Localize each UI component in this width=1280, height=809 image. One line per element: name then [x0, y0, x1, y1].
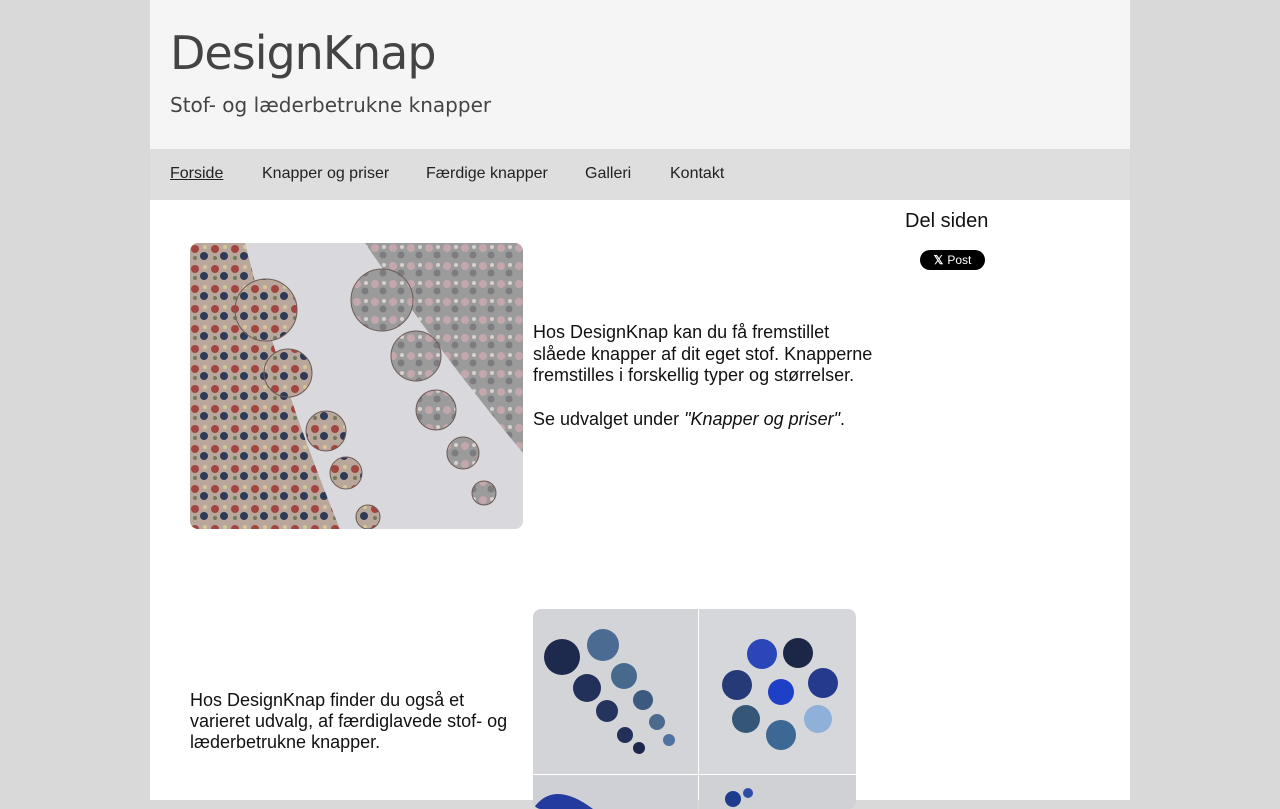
nav-item-knapper-og-priser[interactable]: Knapper og priser — [262, 165, 389, 183]
nav-item-faerdige-knapper[interactable]: Færdige knapper — [426, 165, 548, 183]
intro-text: Hos DesignKnap kan du få fremstillet slå… — [533, 322, 878, 452]
knapper-og-priser-reference: "Knapper og priser" — [684, 408, 840, 429]
share-title: Del siden — [905, 210, 989, 232]
site-header: DesignKnap Stof- og læderbetrukne knappe… — [150, 0, 1130, 149]
x-post-label: Post — [947, 253, 972, 267]
nav-item-galleri[interactable]: Galleri — [585, 165, 631, 183]
intro-paragraph: Hos DesignKnap kan du få fremstillet slå… — [533, 322, 873, 385]
site-title[interactable]: DesignKnap — [170, 26, 437, 80]
x-logo-icon: 𝕏 — [933, 253, 944, 267]
page: DesignKnap Stof- og læderbetrukne knappe… — [150, 0, 1130, 809]
intro-suffix: . — [840, 408, 846, 429]
x-post-button[interactable]: 𝕏 Post — [920, 250, 985, 270]
paisley-buttons-photo — [190, 243, 523, 529]
ready-buttons-text: Hos DesignKnap finder du også et variere… — [190, 690, 508, 752]
nav-item-kontakt[interactable]: Kontakt — [670, 165, 724, 183]
nav-item-forside[interactable]: Forside — [170, 165, 223, 183]
intro-prefix: Se udvalget under — [533, 408, 685, 429]
site-tagline: Stof- og læderbetrukne knapper — [170, 93, 492, 117]
blue-buttons-photo — [533, 609, 856, 809]
intro-paragraph-2: Se udvalget under "Knapper og priser". — [533, 409, 878, 431]
